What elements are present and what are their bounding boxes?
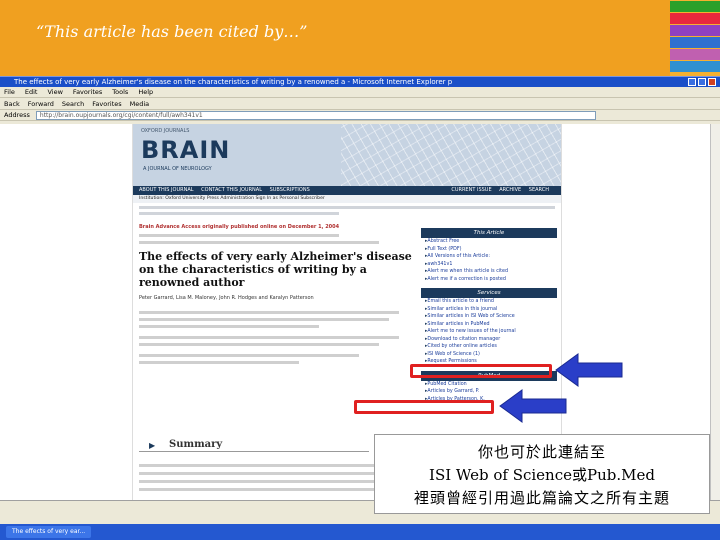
services-link[interactable]: Cited by other online articles: [421, 343, 557, 351]
services-link[interactable]: ISI Web of Science (1): [421, 351, 557, 359]
services-link[interactable]: Similar articles in ISI Web of Science: [421, 313, 557, 321]
journal-navbar: ABOUT THIS JOURNAL CONTACT THIS JOURNAL …: [133, 186, 561, 195]
journal-subtitle: A JOURNAL OF NEUROLOGY: [143, 166, 212, 172]
address-input[interactable]: http://brain.oupjournals.org/cgi/content…: [35, 110, 596, 120]
blurred-text: [139, 241, 379, 244]
nav-archive[interactable]: ARCHIVE: [499, 187, 521, 193]
minimize-icon[interactable]: [688, 78, 696, 86]
blurred-text: [139, 212, 339, 215]
color-swatch: [670, 25, 720, 36]
menu-item-help[interactable]: Help: [138, 88, 153, 96]
address-bar: Address http://brain.oupjournals.org/cgi…: [0, 109, 720, 121]
menu-item-tools[interactable]: Tools: [112, 88, 128, 96]
color-swatch: [670, 37, 720, 48]
slide-title: “This article has been cited by…”: [36, 22, 308, 41]
annotation-line-2: ISI Web of Science或Pub.Med: [429, 466, 655, 484]
blurred-text: [139, 464, 375, 467]
summary-label: Summary: [169, 439, 223, 450]
menu-bar: File Edit View Favorites Tools Help: [0, 87, 720, 97]
taskbar: The effects of very ear...: [0, 524, 720, 540]
color-swatch: [670, 1, 720, 12]
institution-bar: Institution: Oxford University Press Adm…: [133, 195, 561, 203]
address-label: Address: [4, 111, 30, 119]
services-link[interactable]: Alert me to new issues of the journal: [421, 328, 557, 336]
this-article-link[interactable]: All Versions of this Article:: [421, 253, 557, 261]
journal-logo[interactable]: BRAIN: [141, 136, 230, 164]
blurred-text: [139, 336, 399, 339]
annotation-box: 你也可於此連結至 ISI Web of Science或Pub.Med 裡頭曾經…: [374, 434, 710, 514]
services-link[interactable]: Similar articles in this journal: [421, 306, 557, 314]
this-article-link[interactable]: awh341v1: [421, 261, 557, 269]
toolbar: Back Forward Search Favorites Media: [0, 97, 720, 109]
blurred-text: [139, 343, 379, 346]
window-titlebar: The effects of very early Alzheimer's di…: [0, 77, 720, 87]
blurred-text: [139, 206, 555, 209]
toolbar-search-button[interactable]: Search: [62, 100, 84, 108]
nav-contact[interactable]: CONTACT THIS JOURNAL: [201, 187, 262, 193]
arrow-left-icon: [499, 389, 567, 423]
this-article-link[interactable]: Alert me when this article is cited: [421, 268, 557, 276]
sidebar-heading-this-article: This Article: [421, 228, 557, 238]
article-main: Brain Advance Access originally publishe…: [139, 224, 415, 364]
toolbar-back-button[interactable]: Back: [4, 100, 20, 108]
color-swatches: [670, 0, 720, 76]
highlight-pubmed-citation: [354, 400, 494, 414]
article-title: The effects of very early Alzheimer's di…: [139, 250, 412, 289]
blurred-text: [139, 318, 389, 321]
blurred-text: [139, 234, 339, 237]
this-article-link[interactable]: Abstract Free: [421, 238, 557, 246]
close-icon[interactable]: [708, 78, 716, 86]
blurred-text: [139, 354, 359, 357]
journal-banner: OXFORD JOURNALS BRAIN A JOURNAL OF NEURO…: [133, 124, 561, 186]
nav-search[interactable]: SEARCH: [529, 187, 549, 193]
toolbar-favorites-button[interactable]: Favorites: [92, 100, 121, 108]
menu-item-file[interactable]: File: [4, 88, 15, 96]
color-swatch: [670, 61, 720, 72]
blurred-text: [139, 311, 399, 314]
this-article-link[interactable]: Alert me if a correction is posted: [421, 276, 557, 284]
menu-item-view[interactable]: View: [47, 88, 62, 96]
nav-current-issue[interactable]: CURRENT ISSUE: [451, 187, 491, 193]
blurred-text: [139, 480, 375, 483]
color-swatch: [670, 13, 720, 24]
vertical-scrollbar[interactable]: [710, 124, 720, 501]
publisher-label: OXFORD JOURNALS: [141, 128, 190, 134]
triangle-icon: ▶: [149, 440, 156, 450]
article-authors: Peter Garrard, Lisa M. Maloney, John R. …: [139, 295, 314, 301]
summary-heading: ▶ Summary: [139, 438, 369, 452]
nav-about[interactable]: ABOUT THIS JOURNAL: [139, 187, 194, 193]
services-link[interactable]: Download to citation manager: [421, 336, 557, 344]
window-title: The effects of very early Alzheimer's di…: [14, 78, 453, 86]
this-article-link[interactable]: Full Text (PDF): [421, 246, 557, 254]
toolbar-media-button[interactable]: Media: [130, 100, 150, 108]
toolbar-forward-button[interactable]: Forward: [28, 100, 54, 108]
blurred-text: [139, 361, 299, 364]
sidebar-heading-services: Services: [421, 288, 557, 298]
menu-item-edit[interactable]: Edit: [25, 88, 38, 96]
banner-graphic: [341, 124, 561, 186]
menu-item-favorites[interactable]: Favorites: [73, 88, 102, 96]
blurred-text: [139, 488, 375, 491]
blurred-text: [139, 472, 375, 475]
blurred-text: [139, 325, 319, 328]
annotation-line-1: 你也可於此連結至: [477, 443, 606, 461]
slide-header: “This article has been cited by…”: [0, 0, 670, 76]
nav-subscriptions[interactable]: SUBSCRIPTIONS: [270, 187, 310, 193]
annotation-line-3: 裡頭曾經引用過此篇論文之所有主題: [413, 489, 670, 507]
arrow-left-icon: [555, 353, 623, 387]
pubmed-link[interactable]: PubMed Citation: [421, 381, 557, 389]
taskbar-item[interactable]: The effects of very ear...: [6, 526, 92, 538]
highlight-isi-web-of-science: [410, 364, 552, 378]
advance-notice: Brain Advance Access originally publishe…: [139, 224, 340, 230]
maximize-icon[interactable]: [698, 78, 706, 86]
services-link[interactable]: Email this article to a friend: [421, 298, 557, 306]
services-link[interactable]: Similar articles in PubMed: [421, 321, 557, 329]
color-swatch: [670, 49, 720, 60]
